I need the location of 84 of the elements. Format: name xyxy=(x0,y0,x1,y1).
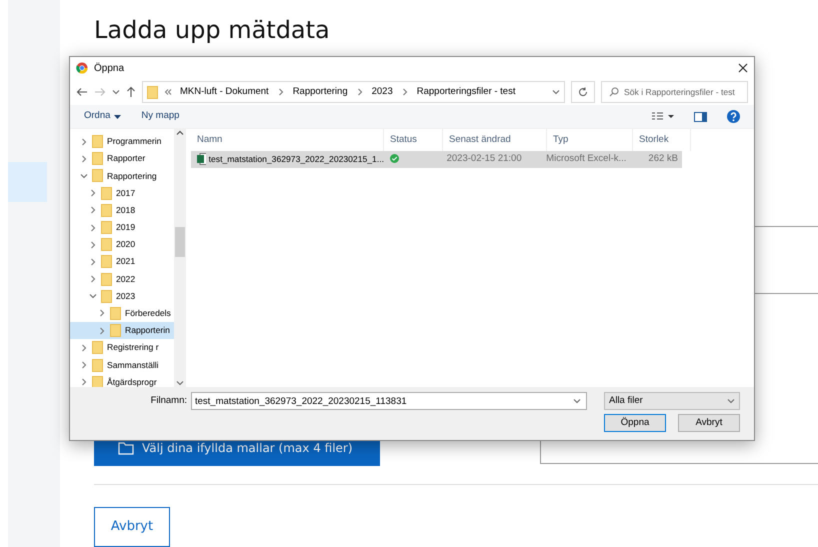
folder-icon xyxy=(101,272,112,286)
file-type-dropdown[interactable]: Alla filer xyxy=(604,392,740,410)
filename-field[interactable]: test_matstation_362973_2022_20230215_113831 xyxy=(191,392,587,410)
tree-item[interactable]: Åtgärdsprogr xyxy=(70,374,174,387)
breadcrumb-item[interactable]: MKN-luft - Dokument xyxy=(178,84,271,100)
organize-button[interactable]: Ordna xyxy=(84,109,122,124)
synced-check-icon xyxy=(390,154,399,164)
collapsed-chevron-icon xyxy=(98,309,106,318)
spreadsheet-file-icon xyxy=(197,153,206,166)
scrollbar[interactable] xyxy=(174,129,186,387)
tree-item[interactable]: 2020 xyxy=(70,236,174,254)
cancel-button[interactable]: Avbryt xyxy=(94,507,170,547)
cancel-button[interactable]: Avbryt xyxy=(678,414,740,432)
folder-icon xyxy=(92,169,103,182)
file-name: test_matstation_362973_2022_20230215_1... xyxy=(208,153,384,166)
page-heading: Ladda upp mätdata xyxy=(94,15,331,46)
scrollbar-thumb[interactable] xyxy=(175,227,185,257)
address-bar[interactable]: MKN-luft - Dokument Rapportering 2023 Rapporteringsfiler - test xyxy=(142,81,565,103)
chevron-icon[interactable] xyxy=(356,88,364,96)
browser-logo-icon xyxy=(76,62,88,74)
refresh-icon xyxy=(578,86,588,97)
tree-item[interactable]: 2019 xyxy=(70,218,174,236)
folder-icon xyxy=(101,221,112,234)
folder-icon xyxy=(92,358,103,372)
search-field[interactable]: Sök i Rapporteringsfiler - test xyxy=(601,81,748,103)
tree-item[interactable]: Rapporter xyxy=(70,150,174,168)
folder-icon xyxy=(92,376,103,387)
open-button[interactable]: Öppna xyxy=(604,414,666,432)
collapsed-chevron-icon xyxy=(89,275,97,284)
back-arrow-icon[interactable] xyxy=(76,87,88,97)
file-row[interactable]: test_matstation_362973_2022_20230215_1... 2023-02-15 21:00 Microsoft Excel-k... 262 kB xyxy=(191,151,682,168)
breadcrumb-item[interactable]: Rapporteringsfiler - test xyxy=(414,84,518,100)
up-arrow-icon[interactable] xyxy=(126,86,136,98)
new-folder-button[interactable]: Ny mapp xyxy=(141,109,180,124)
tree-item[interactable]: 2018 xyxy=(70,202,174,219)
folder-icon xyxy=(92,135,103,148)
tree-item[interactable]: Programmerin xyxy=(70,133,174,150)
folder-icon xyxy=(92,152,103,166)
sidebar-highlight xyxy=(8,162,47,202)
tree-item[interactable]: 2022 xyxy=(70,270,174,288)
folder-icon xyxy=(101,290,112,303)
folder-icon xyxy=(110,306,121,320)
tree-item[interactable]: Registrering r xyxy=(70,339,174,356)
double-chevron-icon[interactable] xyxy=(164,88,172,96)
folder-icon xyxy=(101,186,112,200)
scroll-down-icon[interactable] xyxy=(176,379,184,387)
folder-icon xyxy=(101,255,112,268)
folder-icon xyxy=(101,204,112,217)
folder-icon xyxy=(101,238,112,252)
breadcrumb-item[interactable]: Rapportering xyxy=(290,84,350,100)
dropdown-icon[interactable] xyxy=(112,88,120,96)
dropdown-icon xyxy=(727,397,735,405)
collapsed-chevron-icon xyxy=(98,326,106,335)
chevron-icon[interactable] xyxy=(400,88,409,96)
tree-item[interactable]: Sammanställi xyxy=(70,356,174,374)
tree-item[interactable]: 2023 xyxy=(70,288,174,305)
expanded-chevron-icon xyxy=(80,172,88,180)
dropdown-icon[interactable] xyxy=(573,397,581,405)
file-type: Microsoft Excel-k... xyxy=(546,153,626,164)
folder-icon xyxy=(92,341,103,354)
caret-icon xyxy=(114,114,122,118)
help-icon[interactable] xyxy=(727,110,740,123)
tree-item[interactable]: Förberedels xyxy=(70,304,174,322)
tree-item[interactable]: 2017 xyxy=(70,184,174,202)
scroll-up-icon[interactable] xyxy=(176,129,184,137)
file-date: 2023-02-15 21:00 xyxy=(446,153,522,164)
file-size: 262 kB xyxy=(648,153,678,164)
dialog-title: Öppna xyxy=(94,62,124,76)
refresh-button[interactable] xyxy=(571,81,595,103)
preview-pane-icon[interactable] xyxy=(694,112,707,122)
breadcrumb-item[interactable]: 2023 xyxy=(370,84,395,100)
view-options-icon[interactable] xyxy=(652,112,674,122)
search-icon xyxy=(609,87,619,97)
dropdown-icon[interactable] xyxy=(552,88,560,96)
folder-icon xyxy=(110,324,121,338)
tree-item[interactable]: Rapporterin xyxy=(70,322,174,340)
close-icon[interactable] xyxy=(738,63,748,73)
tree-item[interactable]: 2021 xyxy=(70,253,174,270)
tree-item[interactable]: Rapportering xyxy=(70,167,174,185)
chevron-icon[interactable] xyxy=(276,88,285,96)
collapsed-chevron-icon xyxy=(80,344,88,352)
filename-label: Filnamn: xyxy=(150,394,187,408)
folder-icon xyxy=(147,86,158,98)
expanded-chevron-icon xyxy=(89,292,97,300)
